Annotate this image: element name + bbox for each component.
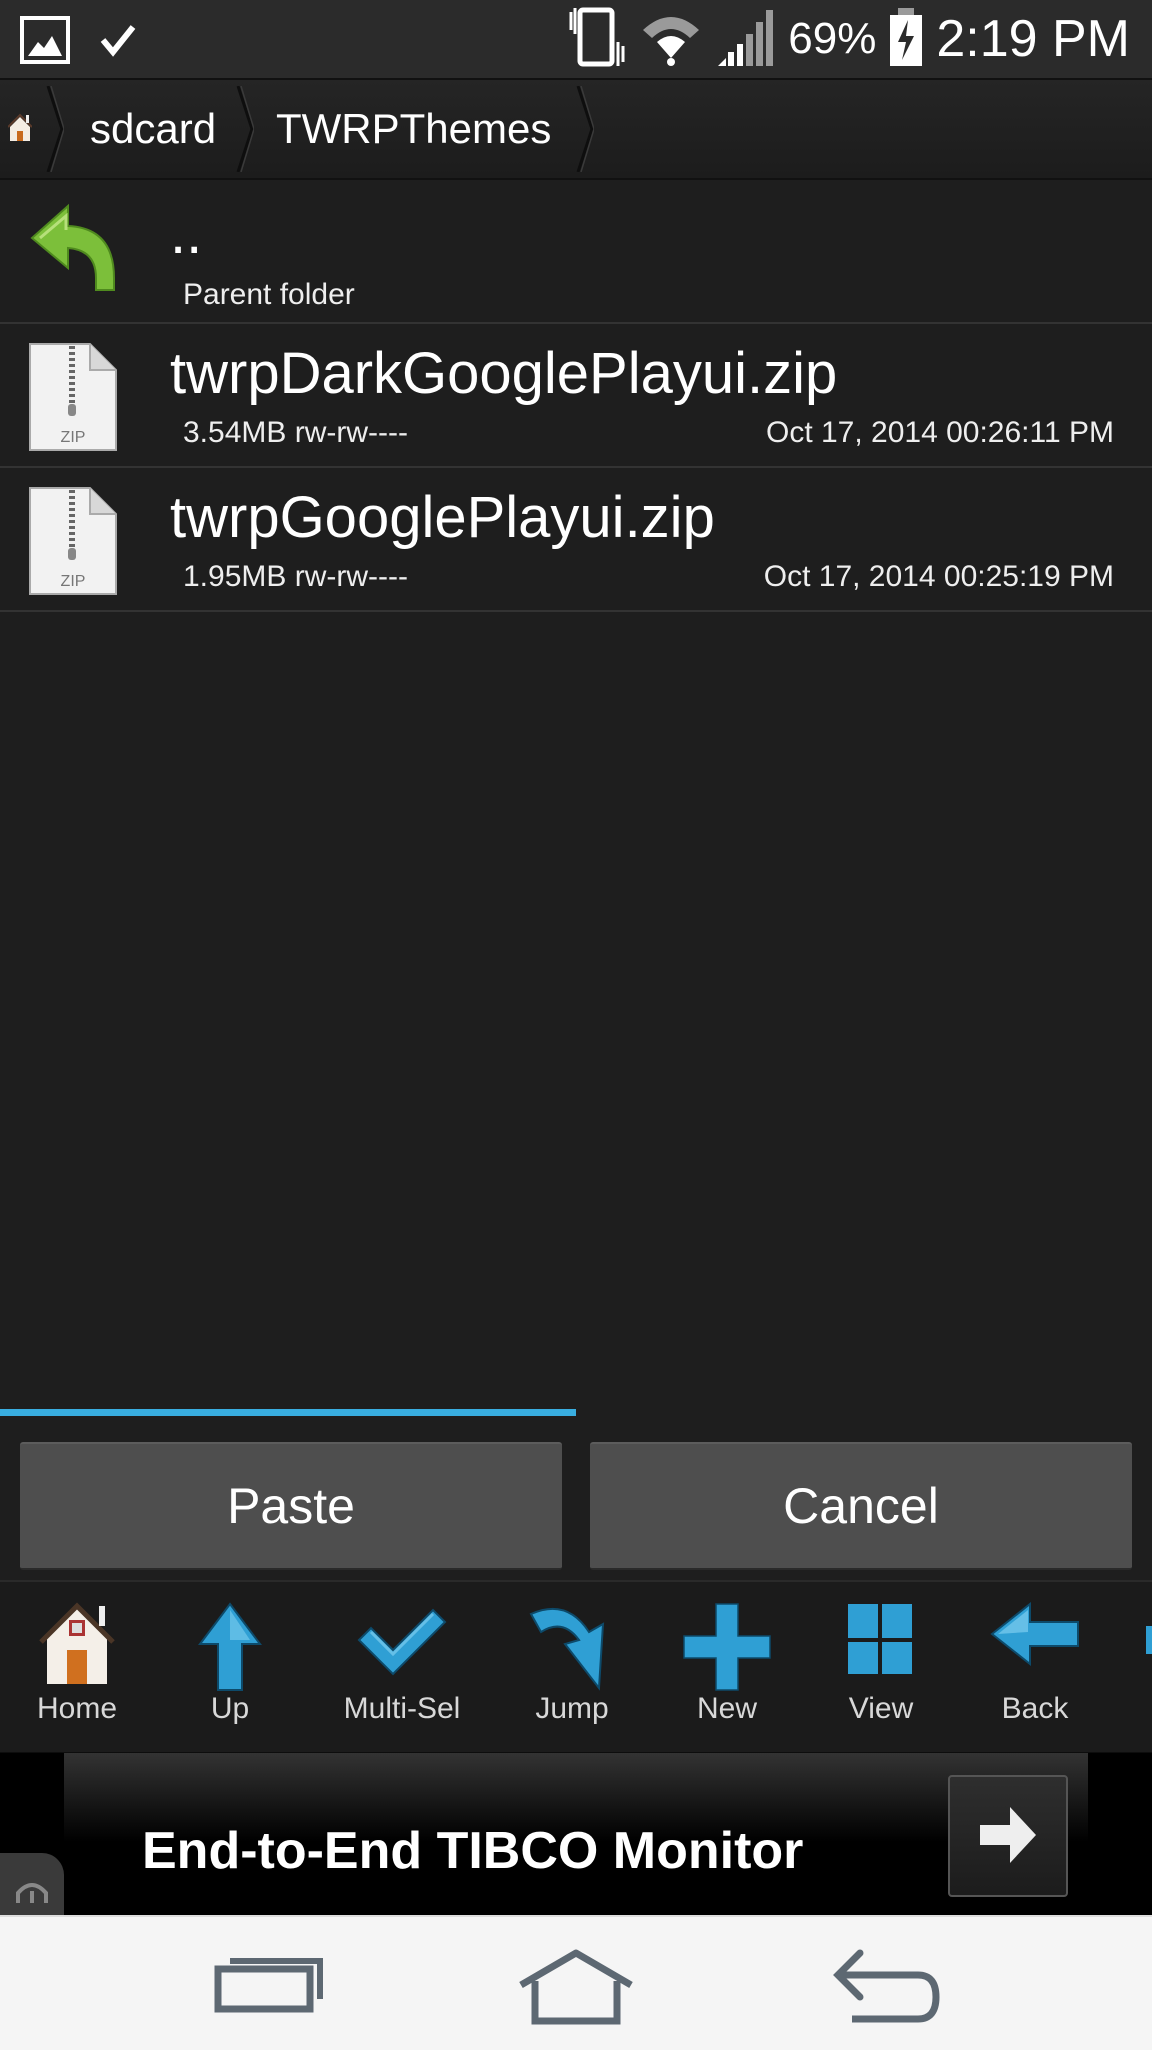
jump-arrow-icon: [529, 1607, 605, 1691]
wifi-icon: [640, 6, 702, 73]
breadcrumb-item-sdcard[interactable]: sdcard: [90, 80, 216, 178]
svg-text:ZIP: ZIP: [61, 573, 86, 590]
zip-file-icon: ZIP: [28, 486, 118, 596]
file-name: twrpDarkGooglePlayui.zip: [170, 341, 838, 406]
file-size-perms: 1.95MB rw-rw----: [183, 560, 408, 593]
breadcrumb-separator: [576, 86, 594, 172]
toolbar-back-label: Back: [1001, 1692, 1069, 1725]
ad-banner-container: End-to-End TIBCO Monitor: [0, 1753, 1152, 1915]
progress-bar: [0, 1409, 1152, 1416]
file-row[interactable]: ZIP twrpGooglePlayui.zip 1.95MB rw-rw---…: [0, 468, 1152, 612]
image-notification-icon: [20, 16, 70, 69]
file-row[interactable]: ZIP twrpDarkGooglePlayui.zip 3.54MB rw-r…: [0, 324, 1152, 468]
battery-percent: 69%: [788, 14, 877, 63]
grid-view-icon: [848, 1604, 912, 1674]
ad-choices-icon: [16, 1883, 48, 1903]
breadcrumb-item-twrpthemes[interactable]: TWRPThemes: [276, 80, 551, 178]
breadcrumb-separator: [236, 86, 254, 172]
parent-folder-name: ..: [170, 201, 203, 266]
toolbar-up-button[interactable]: Up: [165, 1582, 295, 1752]
breadcrumb-separator: [46, 86, 64, 172]
status-bar: 69% 2:19 PM: [0, 0, 1152, 80]
toolbar-view-label: View: [848, 1692, 914, 1725]
file-date: Oct 17, 2014 00:25:19 PM: [763, 560, 1114, 593]
svg-text:ZIP: ZIP: [61, 429, 86, 446]
recent-apps-icon: [214, 1958, 323, 2013]
plus-icon: [683, 1603, 771, 1691]
back-nav-button[interactable]: [822, 1947, 952, 2027]
toolbar-jump-label: Jump: [535, 1692, 609, 1725]
toolbar-more-overflow[interactable]: [1140, 1582, 1152, 1752]
progress-fill: [0, 1409, 576, 1416]
toolbar-back-button[interactable]: Back: [970, 1582, 1100, 1752]
toolbar-view-button[interactable]: View: [816, 1582, 946, 1752]
home-icon: [7, 105, 33, 153]
bottom-toolbar: Home Up Multi-Sel Jump New View Back: [0, 1580, 1152, 1755]
right-arrow-icon: [980, 1807, 1036, 1863]
ad-banner[interactable]: End-to-End TIBCO Monitor: [64, 1753, 1088, 1915]
up-arrow-icon: [198, 1602, 262, 1691]
partial-icon: [1146, 1626, 1152, 1654]
back-icon: [833, 1949, 940, 2023]
back-arrow-icon: [990, 1602, 1079, 1666]
home-nav-button[interactable]: [511, 1947, 641, 2027]
file-list: .. Parent folder ZIP twrpDarkGooglePlayu…: [0, 180, 1152, 612]
toolbar-home-button[interactable]: Home: [12, 1582, 142, 1752]
system-nav-bar: [0, 1915, 1152, 2050]
parent-folder-arrow-icon: [28, 198, 118, 308]
paste-button[interactable]: Paste: [20, 1442, 562, 1570]
breadcrumb-home[interactable]: [7, 80, 33, 178]
breadcrumb: sdcard TWRPThemes: [0, 80, 1152, 180]
toolbar-jump-button[interactable]: Jump: [507, 1582, 637, 1752]
cancel-button[interactable]: Cancel: [590, 1442, 1132, 1570]
file-size-perms: 3.54MB rw-rw----: [183, 416, 408, 449]
toolbar-new-label: New: [696, 1692, 757, 1725]
checkmark-icon: [357, 1608, 447, 1676]
toolbar-multisel-label: Multi-Sel: [343, 1692, 461, 1725]
ad-info-button[interactable]: [0, 1853, 64, 1915]
toolbar-up-label: Up: [210, 1692, 250, 1725]
file-date: Oct 17, 2014 00:26:11 PM: [765, 416, 1114, 449]
ad-text: End-to-End TIBCO Monitor: [142, 1822, 804, 1880]
home-icon: [39, 1602, 115, 1684]
toolbar-home-label: Home: [36, 1692, 118, 1725]
battery-charging-icon: [888, 6, 924, 73]
recent-apps-button[interactable]: [200, 1947, 330, 2027]
clock: 2:19 PM: [936, 10, 1130, 68]
file-name: twrpGooglePlayui.zip: [170, 485, 715, 550]
zip-file-icon: ZIP: [28, 342, 118, 452]
toolbar-multisel-button[interactable]: Multi-Sel: [337, 1582, 467, 1752]
vibrate-icon: [566, 6, 628, 73]
parent-folder-subtitle: Parent folder: [183, 278, 355, 311]
ad-go-button[interactable]: [948, 1775, 1068, 1897]
parent-folder-row[interactable]: .. Parent folder: [0, 180, 1152, 324]
signal-icon: [714, 6, 776, 73]
toolbar-new-button[interactable]: New: [662, 1582, 792, 1752]
check-notification-icon: [100, 23, 136, 62]
home-outline-icon: [519, 1949, 633, 2025]
